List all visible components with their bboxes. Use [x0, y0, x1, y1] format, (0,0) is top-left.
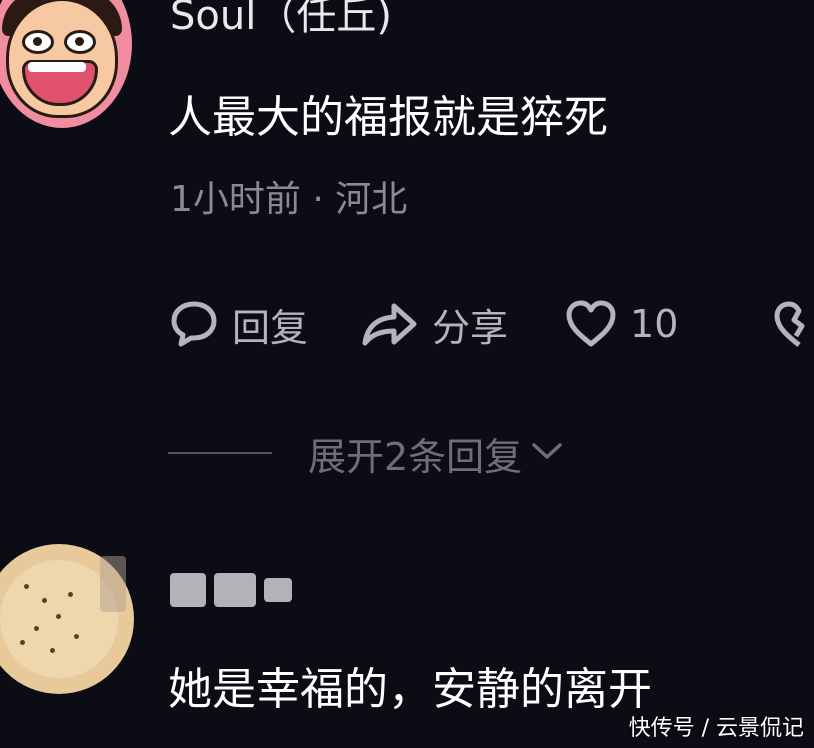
- avatar-dot: [20, 640, 25, 645]
- comment-username-blurred[interactable]: [170, 570, 300, 610]
- share-label: 分享: [432, 305, 509, 350]
- avatar[interactable]: [0, 0, 132, 128]
- comment-text: 她是幸福的，安静的离开: [168, 664, 652, 715]
- comment-actions: 回复 分享 10: [168, 296, 728, 352]
- like-button[interactable]: 10: [564, 299, 678, 349]
- avatar-dot: [74, 634, 79, 639]
- avatar-dot: [68, 592, 73, 597]
- divider-line: [168, 452, 272, 454]
- blur-block: [264, 578, 292, 602]
- avatar-dot: [50, 648, 55, 653]
- expand-replies-label: 展开2条回复: [308, 434, 523, 479]
- speech-bubble-icon: [168, 298, 220, 350]
- broken-heart-icon: [772, 301, 814, 354]
- avatar-eye-left: [22, 30, 54, 54]
- blur-block: [214, 573, 256, 607]
- avatar-dot: [42, 598, 47, 603]
- comment-meta: 1小时前 · 河北: [170, 179, 408, 220]
- avatar-eye-right: [64, 30, 96, 54]
- blur-block: [170, 573, 206, 607]
- avatar-dot: [24, 584, 29, 589]
- avatar-teeth: [28, 62, 86, 72]
- reply-button[interactable]: 回复: [168, 297, 308, 352]
- like-count: 10: [630, 302, 679, 346]
- reply-label: 回复: [232, 305, 309, 350]
- blurred-region: [100, 556, 126, 612]
- heart-icon: [564, 299, 618, 349]
- dislike-button[interactable]: [772, 300, 814, 354]
- share-arrow-icon: [360, 298, 420, 350]
- expand-replies[interactable]: 展开2条回复: [168, 428, 564, 479]
- chevron-down-icon: [530, 439, 564, 467]
- comment-item: Soul（任丘) 人最大的福报就是猝死 1小时前 · 河北 回复 分享 10 展…: [0, 0, 814, 520]
- comment-text: 人最大的福报就是猝死: [168, 92, 608, 143]
- share-button[interactable]: 分享: [360, 297, 508, 352]
- watermark: 快传号 / 云景侃记: [628, 716, 804, 741]
- avatar-dot: [34, 626, 39, 631]
- avatar-dot: [56, 614, 61, 619]
- comment-username[interactable]: Soul（任丘): [170, 0, 392, 40]
